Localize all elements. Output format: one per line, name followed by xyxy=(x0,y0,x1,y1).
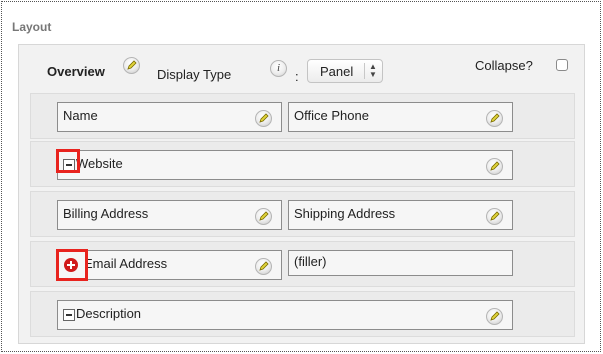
field-label: Office Phone xyxy=(294,108,369,123)
field-description[interactable]: Description xyxy=(57,300,513,330)
pencil-glyph xyxy=(490,211,500,221)
pencil-icon[interactable] xyxy=(486,308,503,325)
collapse-label: Collapse? xyxy=(475,58,533,73)
layout-row: Name Office Phone xyxy=(30,93,575,139)
highlight-box xyxy=(56,249,88,281)
field-shipping-address[interactable]: Shipping Address xyxy=(288,200,513,230)
field-email-address[interactable]: Email Address xyxy=(57,250,282,280)
field-label: Description xyxy=(76,306,142,321)
field-label: Email Address xyxy=(84,256,168,271)
select-divider xyxy=(364,63,365,79)
info-icon[interactable]: i xyxy=(270,60,287,77)
layout-title: Layout xyxy=(12,20,52,34)
pencil-glyph xyxy=(259,113,269,123)
pencil-icon[interactable] xyxy=(486,158,503,175)
field-label: Shipping Address xyxy=(294,206,396,221)
pencil-glyph xyxy=(490,113,500,123)
pencil-icon[interactable] xyxy=(486,208,503,225)
pencil-icon[interactable] xyxy=(255,208,272,225)
layout-row: Billing Address Shipping Address xyxy=(30,191,575,237)
pencil-glyph xyxy=(259,261,269,271)
display-type-select[interactable]: Panel ▲ ▼ xyxy=(307,59,383,83)
layout-row: Description xyxy=(30,291,575,337)
overview-panel: Overview Display Type i : Panel ▲ ▼ Colla… xyxy=(18,44,585,344)
layout-container: Layout Overview Display Type i : Panel ▲… xyxy=(1,1,601,352)
field-label: Name xyxy=(63,108,98,123)
pencil-glyph xyxy=(490,311,500,321)
field-label: (filler) xyxy=(294,254,327,269)
highlight-box xyxy=(56,149,80,173)
pencil-glyph xyxy=(127,60,137,70)
pencil-icon[interactable] xyxy=(255,258,272,275)
collapse-checkbox[interactable] xyxy=(556,59,568,71)
field-filler[interactable]: (filler) xyxy=(288,250,513,276)
layout-row: Email Address (filler) xyxy=(30,241,575,287)
display-type-value: Panel xyxy=(320,64,354,79)
colon-separator: : xyxy=(295,69,299,84)
display-type-label: Display Type xyxy=(157,67,232,82)
pencil-icon[interactable] xyxy=(255,110,272,127)
minus-box-icon[interactable] xyxy=(63,309,75,321)
field-billing-address[interactable]: Billing Address xyxy=(57,200,282,230)
pencil-icon[interactable] xyxy=(486,110,503,127)
pencil-icon[interactable] xyxy=(123,57,140,74)
pencil-glyph xyxy=(490,161,500,171)
panel-title: Overview xyxy=(47,64,105,79)
field-website[interactable]: Website xyxy=(57,150,513,180)
field-label: Website xyxy=(76,156,123,171)
field-label: Billing Address xyxy=(63,206,149,221)
field-name[interactable]: Name xyxy=(57,102,282,132)
field-office-phone[interactable]: Office Phone xyxy=(288,102,513,132)
pencil-glyph xyxy=(259,211,269,221)
layout-row: Website xyxy=(30,141,575,187)
select-arrows-icon: ▲ ▼ xyxy=(369,62,377,79)
